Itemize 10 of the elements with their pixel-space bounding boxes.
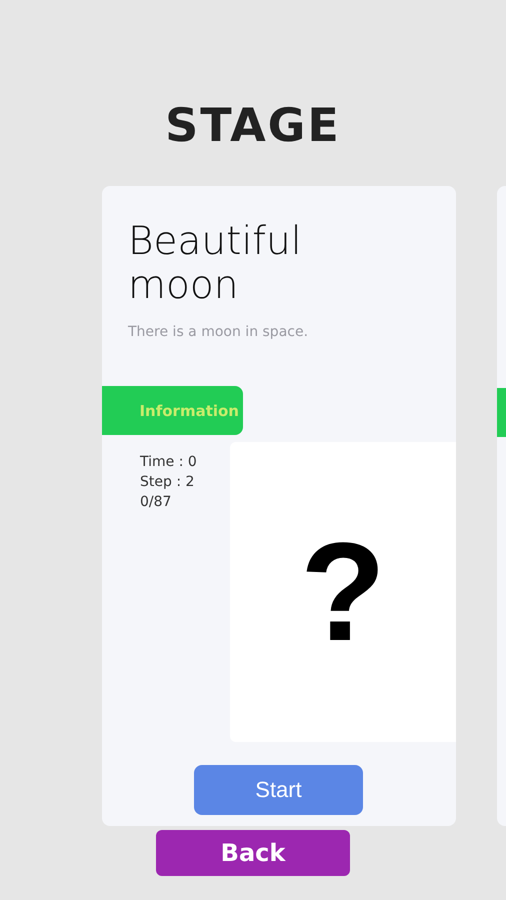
stat-text: Step : 2 — [140, 473, 196, 492]
stage-name: Beautiful moon — [127, 220, 303, 308]
tab-edge — [497, 388, 506, 437]
stat-text: 0/87 — [140, 493, 172, 512]
question-mark: ? — [300, 522, 386, 662]
back-button[interactable]: Back — [156, 830, 350, 876]
stage-description: There is a moon in space. — [127, 324, 310, 340]
start-button[interactable]: Start — [194, 765, 363, 815]
stat-text: Time : 0 — [140, 453, 198, 472]
page-title: STAGE — [164, 97, 342, 152]
